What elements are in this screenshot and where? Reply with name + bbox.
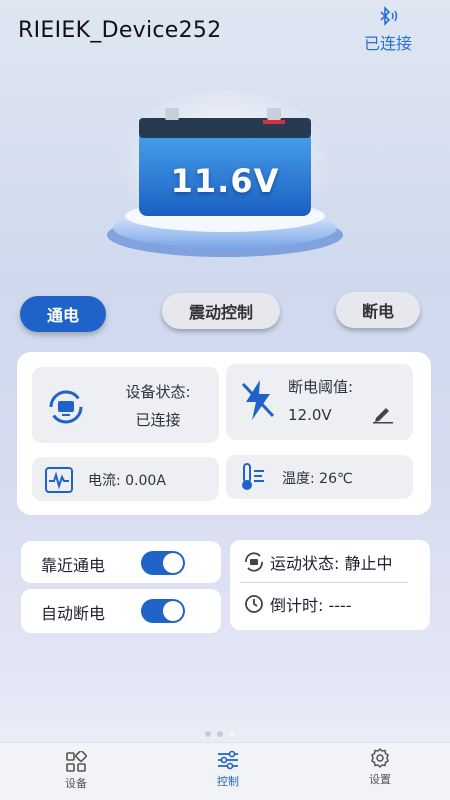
divider — [240, 582, 408, 583]
nav-control[interactable]: 控制 — [198, 749, 258, 789]
connection-label: 已连接 — [363, 34, 412, 53]
toggle-knob — [163, 553, 183, 573]
temperature-reading: 温度: 26℃ — [282, 471, 353, 487]
nav-devices[interactable]: 设备 — [46, 751, 106, 791]
power-on-button[interactable]: 通电 — [20, 296, 106, 332]
proximity-power-card: 靠近通电 — [21, 541, 221, 583]
current-reading: 电流: 0.00A — [88, 473, 166, 489]
status-panel: 设备状态: 已连接 断电阈值: 12.0V 电流: 0.00A 温度: 26℃ — [17, 352, 431, 515]
proximity-power-toggle[interactable] — [141, 551, 185, 575]
motion-icon — [245, 552, 263, 572]
cutoff-threshold-label: 断电阈值: — [288, 378, 354, 396]
temperature-tile: 温度: 26℃ — [226, 455, 413, 499]
nav-settings-label: 设置 — [369, 773, 391, 786]
motion-state-row: 运动状态: 静止中 — [242, 550, 392, 574]
cutoff-threshold-tile[interactable]: 断电阈值: 12.0V — [226, 364, 413, 440]
page-dot — [217, 731, 223, 737]
power-off-bolt-icon — [241, 380, 275, 420]
auto-cutoff-label: 自动断电 — [41, 604, 106, 623]
nav-devices-label: 设备 — [65, 777, 87, 790]
gear-icon — [371, 747, 389, 769]
grid-icon — [66, 751, 87, 772]
auto-cutoff-card: 自动断电 — [21, 589, 221, 633]
motion-status-card: 运动状态: 静止中 倒计时: ---- — [230, 540, 430, 630]
edit-icon[interactable] — [372, 404, 394, 424]
countdown-row: 倒计时: ---- — [242, 592, 352, 616]
device-name: RIEIEK_Device252 — [18, 18, 222, 43]
nav-control-label: 控制 — [217, 775, 239, 788]
bluetooth-icon — [380, 6, 398, 26]
connection-status[interactable]: 已连接 — [356, 6, 420, 54]
vibration-control-button[interactable]: 震动控制 — [162, 293, 280, 329]
battery-voltage: 11.6V — [170, 162, 280, 200]
device-sync-icon — [49, 390, 83, 424]
device-status-value: 已连接 — [135, 411, 181, 429]
thermometer-icon — [242, 463, 264, 490]
toggle-knob — [163, 601, 183, 621]
countdown-text: 倒计时: ---- — [270, 596, 352, 615]
battery-hero: 11.6V — [95, 90, 355, 265]
waveform-icon — [45, 467, 73, 493]
page-dot-active — [229, 731, 235, 737]
cutoff-threshold-value: 12.0V — [288, 406, 332, 424]
nav-settings[interactable]: 设置 — [350, 747, 410, 787]
clock-icon — [245, 595, 263, 613]
page-indicator — [205, 731, 235, 737]
auto-cutoff-toggle[interactable] — [141, 599, 185, 623]
motion-state-text: 运动状态: 静止中 — [270, 554, 393, 573]
device-status-label: 设备状态: — [125, 383, 191, 401]
power-off-button[interactable]: 断电 — [336, 292, 420, 328]
bottom-nav: 设备 控制 设置 — [0, 742, 450, 800]
current-tile: 电流: 0.00A — [32, 457, 219, 501]
proximity-power-label: 靠近通电 — [41, 556, 106, 575]
page-dot — [205, 731, 211, 737]
device-status-tile: 设备状态: 已连接 — [32, 367, 219, 443]
sliders-icon — [218, 750, 238, 770]
